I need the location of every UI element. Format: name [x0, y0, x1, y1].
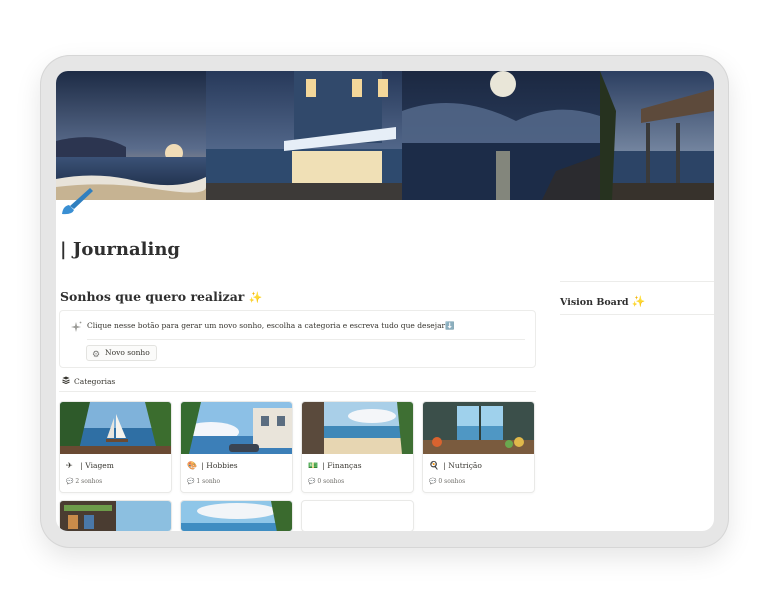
categories-header[interactable]: Categorias: [62, 376, 115, 386]
divider: [560, 314, 714, 315]
new-dream-button[interactable]: ⚙ Novo sonho: [86, 345, 157, 361]
callout-block: Clique nesse botão para gerar um novo so…: [59, 310, 536, 368]
divider: [87, 339, 525, 340]
comment-icon: 💬: [308, 478, 316, 485]
category-card[interactable]: [180, 500, 293, 531]
card-title-text: | Hobbies: [201, 461, 238, 470]
card-count-text: 1 sonho: [196, 478, 221, 485]
card-title: 🎨 | Hobbies: [187, 461, 238, 470]
sparkles-icon: ✨: [631, 295, 646, 308]
brush-icon[interactable]: [60, 186, 94, 216]
card-count-text: 0 sonhos: [438, 478, 466, 485]
card-cover-image: [423, 402, 534, 454]
card-cover-image: [181, 402, 292, 454]
comment-icon: 💬: [187, 478, 195, 485]
category-card-empty[interactable]: [301, 500, 414, 531]
card-title-text: | Viagem: [80, 461, 114, 470]
card-count-text: 0 sonhos: [317, 478, 345, 485]
palette-icon: 🎨: [187, 461, 197, 470]
sparkles-icon: ✨: [248, 291, 263, 304]
categories-header-label: Categorias: [74, 377, 116, 386]
card-title: 🍳 | Nutrição: [429, 461, 482, 470]
page-title[interactable]: | Journaling: [60, 239, 180, 260]
card-title-text: | Nutrição: [443, 461, 482, 470]
card-cover-image: [60, 501, 171, 531]
card-count: 💬 0 sonhos: [429, 478, 465, 485]
card-count: 💬 0 sonhos: [308, 478, 344, 485]
sparkles-icon: [70, 320, 82, 332]
comment-icon: 💬: [429, 478, 437, 485]
category-card[interactable]: [59, 500, 172, 531]
new-dream-button-label: Novo sonho: [105, 348, 150, 357]
vision-board-heading-text: Vision Board: [560, 297, 629, 308]
category-card-hobbies[interactable]: 🎨 | Hobbies 💬 1 sonho: [180, 401, 293, 493]
card-cover-image: [60, 402, 171, 454]
card-count: 💬 2 sonhos: [66, 478, 102, 485]
category-card-financas[interactable]: 💵 | Finanças 💬 0 sonhos: [301, 401, 414, 493]
dreams-heading-text: Sonhos que quero realizar: [60, 289, 245, 304]
card-title: 💵 | Finanças: [308, 461, 362, 470]
card-title-text: | Finanças: [322, 461, 362, 470]
dreams-heading: Sonhos que quero realizar ✨: [60, 289, 262, 304]
category-card-viagem[interactable]: ✈ | Viagem 💬 2 sonhos: [59, 401, 172, 493]
category-card-nutricao[interactable]: 🍳 | Nutrição 💬 0 sonhos: [422, 401, 535, 493]
vision-board-heading: Vision Board ✨: [560, 295, 646, 308]
card-count: 💬 1 sonho: [187, 478, 220, 485]
notion-page: | Journaling Sonhos que quero realizar ✨…: [56, 71, 714, 531]
comment-icon: 💬: [66, 478, 74, 485]
callout-text: Clique nesse botão para gerar um novo so…: [87, 321, 455, 330]
page-cover-image[interactable]: [56, 71, 714, 200]
divider: [560, 281, 714, 282]
divider: [59, 391, 536, 392]
cooking-icon: 🍳: [429, 461, 439, 470]
layers-icon: [62, 376, 71, 386]
airplane-icon: ✈: [66, 461, 73, 470]
card-cover-image: [302, 402, 413, 454]
gear-icon: ⚙: [92, 350, 101, 360]
card-count-text: 2 sonhos: [75, 478, 103, 485]
card-cover-image: [181, 501, 292, 531]
money-icon: 💵: [308, 461, 318, 470]
card-title: ✈ | Viagem: [66, 461, 114, 470]
